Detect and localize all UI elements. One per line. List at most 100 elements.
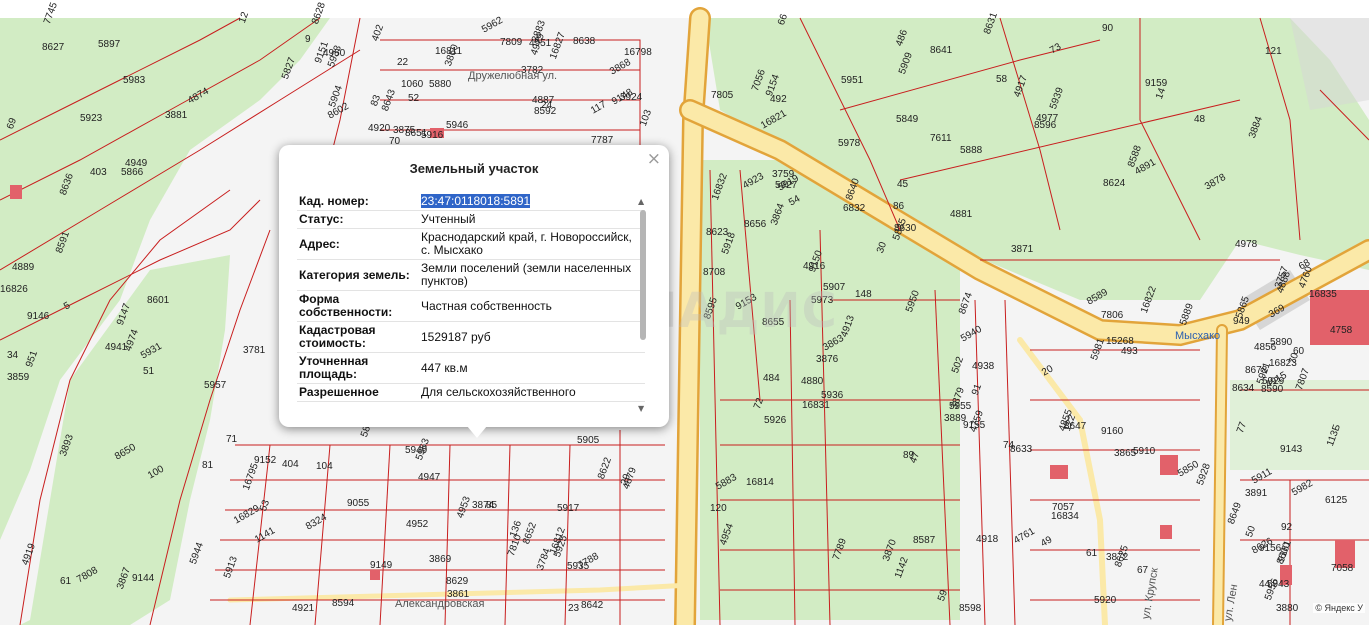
parcel-label: 9144 xyxy=(132,573,155,584)
parcel-label: 4920 xyxy=(368,123,391,134)
parcel-label: 51 xyxy=(143,366,155,377)
parcel-label: 9055 xyxy=(347,498,370,509)
parcel-label: 148 xyxy=(855,289,872,300)
close-icon[interactable]: × xyxy=(647,149,661,169)
parcel-label: 8642 xyxy=(581,600,604,611)
attr-value: 447 кв.м xyxy=(417,352,645,384)
parcel-label: 16831 xyxy=(802,400,830,411)
parcel-label: 104 xyxy=(316,461,333,472)
attr-key: Кадастровая стоимость: xyxy=(297,321,417,353)
parcel-label: 3781 xyxy=(243,345,266,356)
attr-value: Краснодарский край, г. Новороссийск, с. … xyxy=(417,228,645,260)
parcel-label: 8627 xyxy=(42,42,65,53)
parcel-label: 3880 xyxy=(1276,603,1299,614)
scroll-up-icon[interactable]: ▲ xyxy=(638,197,644,206)
parcel-label: 949 xyxy=(1233,316,1250,327)
parcel-label: 5951 xyxy=(841,75,864,86)
parcel-label: 5849 xyxy=(896,114,919,125)
parcel-label: 5983 xyxy=(123,75,146,86)
parcel-label: 3872 xyxy=(1106,552,1129,563)
parcel-label: 5916 xyxy=(421,130,444,141)
parcel-label: 52 xyxy=(408,93,420,104)
parcel-label: 6125 xyxy=(1325,495,1348,506)
parcel-label: 9159 xyxy=(1145,78,1168,89)
parcel-label: 15268 xyxy=(1106,336,1134,347)
parcel-label: 48 xyxy=(1194,114,1206,125)
parcel-label: 34 xyxy=(7,350,19,361)
parcel-label: 9155 xyxy=(963,420,986,431)
parcel-label: 16814 xyxy=(746,477,774,488)
land-plot-popup: Земельный участок × Кад. номер: 23:47:011… xyxy=(279,145,669,438)
parcel-label: 16811 xyxy=(435,46,463,57)
table-row: Кадастровая стоимость: 1529187 руб xyxy=(297,321,645,353)
parcel-label: 8634 xyxy=(1232,383,1255,394)
parcel-label: 23 xyxy=(568,603,580,614)
place-label: Мысхако xyxy=(1175,330,1221,342)
parcel-label: 9146 xyxy=(27,311,50,322)
parcel-label: 16835 xyxy=(1309,289,1337,300)
attr-value: Для сельскохозяйственного xyxy=(417,383,645,402)
parcel-label: 5926 xyxy=(764,415,787,426)
attributes-table: Кад. номер: 23:47:0118018:5891 Статус: Учт… xyxy=(297,193,645,402)
cadastral-number[interactable]: 23:47:0118018:5891 xyxy=(421,194,531,208)
parcel-label: 8594 xyxy=(332,598,355,609)
parcel-label: 8598 xyxy=(959,603,982,614)
parcel-label: 5866 xyxy=(121,167,144,178)
parcel-label: 86 xyxy=(893,201,905,212)
attr-value[interactable]: 23:47:0118018:5891 xyxy=(417,193,645,211)
parcel-label: 8638 xyxy=(573,36,596,47)
parcel-label: 74 xyxy=(1003,440,1015,451)
attr-value: 1529187 руб xyxy=(417,321,645,353)
parcel-label: 5946 xyxy=(446,120,469,131)
parcel-label: 5880 xyxy=(429,79,452,90)
parcel-label: 5927 xyxy=(775,180,798,191)
parcel-label: 4938 xyxy=(972,361,995,372)
parcel-label: 4918 xyxy=(976,534,999,545)
parcel-label: 9160 xyxy=(1101,426,1124,437)
scroll-down-icon[interactable]: ▼ xyxy=(638,404,644,413)
parcel-label: 5978 xyxy=(838,138,861,149)
parcel-label: 22 xyxy=(397,57,409,68)
parcel-label: 5920 xyxy=(1094,595,1117,606)
parcel-label: 45 xyxy=(897,179,909,190)
parcel-label: 44 xyxy=(1259,579,1271,590)
parcel-label: 4880 xyxy=(801,376,824,387)
parcel-label: 3871 xyxy=(1011,244,1034,255)
parcel-label: 5890 xyxy=(1270,337,1293,348)
attr-value: Земли поселений (земли населенных пункто… xyxy=(417,259,645,291)
parcel-label: 3891 xyxy=(1245,488,1268,499)
parcel-label: 121 xyxy=(1265,46,1282,57)
parcel-label: 3859 xyxy=(7,372,30,383)
parcel-label: 5923 xyxy=(80,113,103,124)
table-row: Статус: Учтенный xyxy=(297,210,645,229)
attr-key: Кад. номер: xyxy=(297,193,417,211)
popup-title: Земельный участок xyxy=(409,161,539,176)
map-copyright[interactable]: © Яндекс У xyxy=(1313,603,1365,613)
parcel-label: 16826 xyxy=(0,284,28,295)
attr-key: Категория земель: xyxy=(297,259,417,291)
parcel-label: 61 xyxy=(1086,548,1098,559)
parcel-label: 8601 xyxy=(147,295,170,306)
parcel-label: 8656 xyxy=(744,219,767,230)
scrollbar-thumb[interactable] xyxy=(640,210,646,340)
attr-value: Частная собственность xyxy=(417,290,645,322)
parcel-label: 4978 xyxy=(1235,239,1258,250)
popup-scrollbar[interactable]: ▲ ▼ xyxy=(637,197,649,413)
table-row: Уточненная площадь: 447 кв.м xyxy=(297,352,645,384)
parcel-label: 3869 xyxy=(429,554,452,565)
parcel-label: 404 xyxy=(282,459,299,470)
table-row: Разрешенное Для сельскохозяйственного xyxy=(297,383,645,402)
attr-key: Статус: xyxy=(297,210,417,229)
attr-key: Форма собственности: xyxy=(297,290,417,322)
parcel-label: 85 xyxy=(486,500,498,511)
parcel-label: 484 xyxy=(763,373,780,384)
parcel-label: 8708 xyxy=(703,267,726,278)
attr-key: Адрес: xyxy=(297,228,417,260)
street-label: Александровская xyxy=(395,598,485,610)
parcel-label: 5929 xyxy=(1262,376,1285,387)
parcel-label: 92 xyxy=(1281,522,1293,533)
parcel-label: 5917 xyxy=(557,503,580,514)
parcel-label: 89 xyxy=(903,450,915,461)
table-row: Кад. номер: 23:47:0118018:5891 xyxy=(297,193,645,211)
popup-attributes[interactable]: Кад. номер: 23:47:0118018:5891 Статус: Учт… xyxy=(297,193,645,415)
